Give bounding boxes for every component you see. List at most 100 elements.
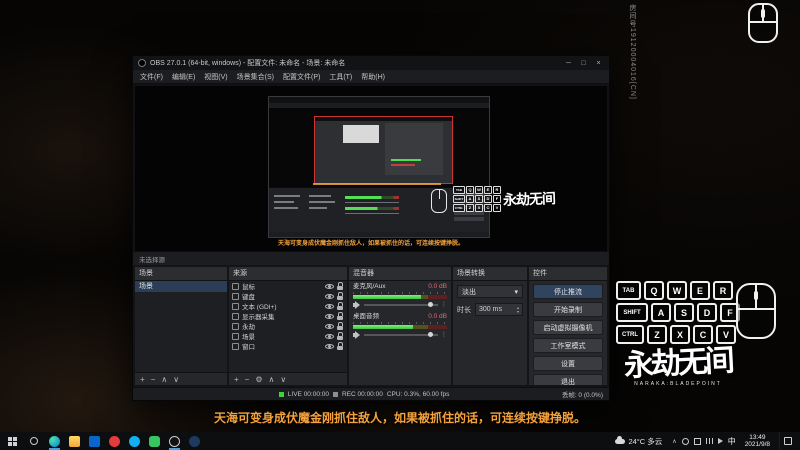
- ime-indicator[interactable]: 中: [728, 436, 736, 447]
- controls-dock-title[interactable]: 控件: [529, 267, 607, 281]
- source-row[interactable]: 显示器采集: [229, 311, 347, 321]
- menu-profile[interactable]: 配置文件(P): [283, 72, 320, 82]
- scene-down-button[interactable]: ∨: [173, 375, 179, 384]
- weather-text: 24°C 多云: [628, 436, 663, 446]
- source-properties-gear-icon[interactable]: ⚙: [255, 375, 262, 384]
- remove-scene-button[interactable]: −: [151, 375, 156, 384]
- action-center-button[interactable]: [779, 432, 796, 450]
- start-recording-button[interactable]: 开始录制: [533, 302, 603, 317]
- visibility-eye-icon[interactable]: [325, 282, 334, 291]
- source-row[interactable]: 场景: [229, 331, 347, 341]
- volume-slider[interactable]: [364, 301, 438, 307]
- sources-dock: 来源 鼠标 键盘 文本 (GDI+) 显示器采集 永劫 场景 窗口 + − ⚙ …: [229, 267, 347, 385]
- preview-key-a: A: [466, 195, 474, 203]
- minimize-button[interactable]: ─: [563, 60, 574, 67]
- windows-logo-icon: [7, 436, 17, 446]
- visibility-eye-icon[interactable]: [325, 332, 334, 341]
- tray-icon-1[interactable]: [681, 437, 689, 445]
- volume-slider[interactable]: [364, 331, 438, 337]
- taskbar-icon-qq[interactable]: [126, 432, 143, 450]
- search-button[interactable]: [24, 437, 44, 445]
- channel-menu-dots-icon[interactable]: ⋮: [441, 331, 447, 338]
- sources-list: 鼠标 键盘 文本 (GDI+) 显示器采集 永劫 场景 窗口: [229, 281, 347, 372]
- menu-view[interactable]: 视图(V): [204, 72, 227, 82]
- preview-canvas[interactable]: TAB Q W E R SHIFT A S D F CTRL Z X C V 永…: [135, 86, 607, 251]
- tray-icon-2[interactable]: [693, 437, 701, 445]
- studio-mode-button[interactable]: 工作室模式: [533, 338, 603, 353]
- sources-dock-title[interactable]: 来源: [229, 267, 347, 281]
- source-row[interactable]: 窗口: [229, 341, 347, 351]
- lock-icon[interactable]: [337, 301, 344, 311]
- maximize-button[interactable]: □: [578, 60, 589, 67]
- taskbar-icon-music[interactable]: [106, 432, 123, 450]
- start-button[interactable]: [0, 432, 24, 450]
- add-source-button[interactable]: +: [234, 375, 239, 384]
- visibility-eye-icon[interactable]: [325, 292, 334, 301]
- obs-preview-area: TAB Q W E R SHIFT A S D F CTRL Z X C V 永…: [133, 84, 609, 265]
- menu-edit[interactable]: 编辑(E): [172, 72, 195, 82]
- lock-icon[interactable]: [337, 341, 344, 351]
- source-row[interactable]: 永劫: [229, 321, 347, 331]
- lock-icon[interactable]: [337, 281, 344, 291]
- source-label: 永劫: [242, 324, 255, 331]
- visibility-eye-icon[interactable]: [325, 322, 334, 331]
- source-row[interactable]: 键盘: [229, 291, 347, 301]
- mixer-dock-title[interactable]: 混音器: [349, 267, 451, 281]
- taskbar-icon-obs[interactable]: [166, 432, 183, 450]
- source-row[interactable]: 鼠标: [229, 281, 347, 291]
- source-down-button[interactable]: ∨: [280, 375, 286, 384]
- close-button[interactable]: ×: [593, 60, 604, 67]
- scene-up-button[interactable]: ∧: [161, 375, 167, 384]
- tray-expand-chevron-icon[interactable]: ∧: [672, 438, 676, 445]
- lock-icon[interactable]: [337, 311, 344, 321]
- visibility-eye-icon[interactable]: [325, 302, 334, 311]
- channel-name: 桌面音频: [353, 313, 379, 320]
- scene-item[interactable]: 场景: [135, 281, 227, 292]
- channel-menu-dots-icon[interactable]: ⋮: [441, 301, 447, 308]
- source-row[interactable]: 文本 (GDI+): [229, 301, 347, 311]
- taskbar-clock[interactable]: 13:49 2021/9/8: [741, 434, 774, 449]
- transition-select[interactable]: 淡出 ▾: [457, 285, 523, 298]
- duration-spinner[interactable]: 300 ms ▴ ▾: [475, 303, 523, 316]
- taskbar-icon-steam[interactable]: [186, 432, 203, 450]
- volume-icon[interactable]: [717, 438, 723, 444]
- exit-button[interactable]: 退出: [533, 374, 603, 385]
- settings-button[interactable]: 设置: [533, 356, 603, 371]
- add-scene-button[interactable]: +: [140, 375, 145, 384]
- search-icon: [30, 437, 38, 445]
- start-virtual-camera-button[interactable]: 启动虚拟摄像机: [533, 320, 603, 335]
- transitions-dock-title[interactable]: 场景转换: [453, 267, 527, 281]
- captured-obs-window: [268, 96, 490, 238]
- remove-source-button[interactable]: −: [245, 375, 250, 384]
- stop-streaming-button[interactable]: 停止推流: [533, 284, 603, 299]
- lock-icon[interactable]: [337, 291, 344, 301]
- obs-titlebar[interactable]: OBS 27.0.1 (64-bit, windows) - 配置文件: 未命名…: [133, 56, 609, 70]
- source-up-button[interactable]: ∧: [269, 375, 275, 384]
- taskbar-icon-explorer[interactable]: [66, 432, 83, 450]
- slider-handle[interactable]: [427, 301, 433, 307]
- visibility-eye-icon[interactable]: [325, 342, 334, 351]
- taskbar-icon-wechat[interactable]: [146, 432, 163, 450]
- scenes-dock-title[interactable]: 场景: [135, 267, 227, 281]
- taskbar-icon-store[interactable]: [86, 432, 103, 450]
- speaker-icon[interactable]: [353, 300, 361, 309]
- clock-time: 13:49: [749, 433, 766, 441]
- rec-timer: REC 00:00:00: [342, 390, 383, 398]
- lock-icon[interactable]: [337, 321, 344, 331]
- visibility-eye-icon[interactable]: [325, 312, 334, 321]
- preview-marquee-text: 天海可变身成伏魔金刚抓住敌人，如果被抓住的话，可连续按键挣脱。: [277, 241, 464, 247]
- menu-help[interactable]: 帮助(H): [361, 72, 385, 82]
- weather-widget[interactable]: 24°C 多云: [609, 435, 668, 447]
- spin-down-icon[interactable]: ▾: [517, 309, 519, 314]
- speaker-icon[interactable]: [353, 330, 361, 339]
- menu-file[interactable]: 文件(F): [140, 72, 163, 82]
- network-icon[interactable]: [705, 438, 713, 444]
- source-type-icon: [232, 332, 239, 340]
- preview-key-z: Z: [466, 204, 474, 212]
- slider-handle[interactable]: [427, 331, 433, 337]
- audio-mixer-dock: 混音器 麦克风/Aux 0.0 dB ⋮ 桌面音频 0.0 dB ⋮: [349, 267, 451, 385]
- menu-scene-collection[interactable]: 场景集合(S): [237, 72, 274, 82]
- taskbar-icon-edge[interactable]: [46, 432, 63, 450]
- lock-icon[interactable]: [337, 331, 344, 341]
- menu-tools[interactable]: 工具(T): [329, 72, 352, 82]
